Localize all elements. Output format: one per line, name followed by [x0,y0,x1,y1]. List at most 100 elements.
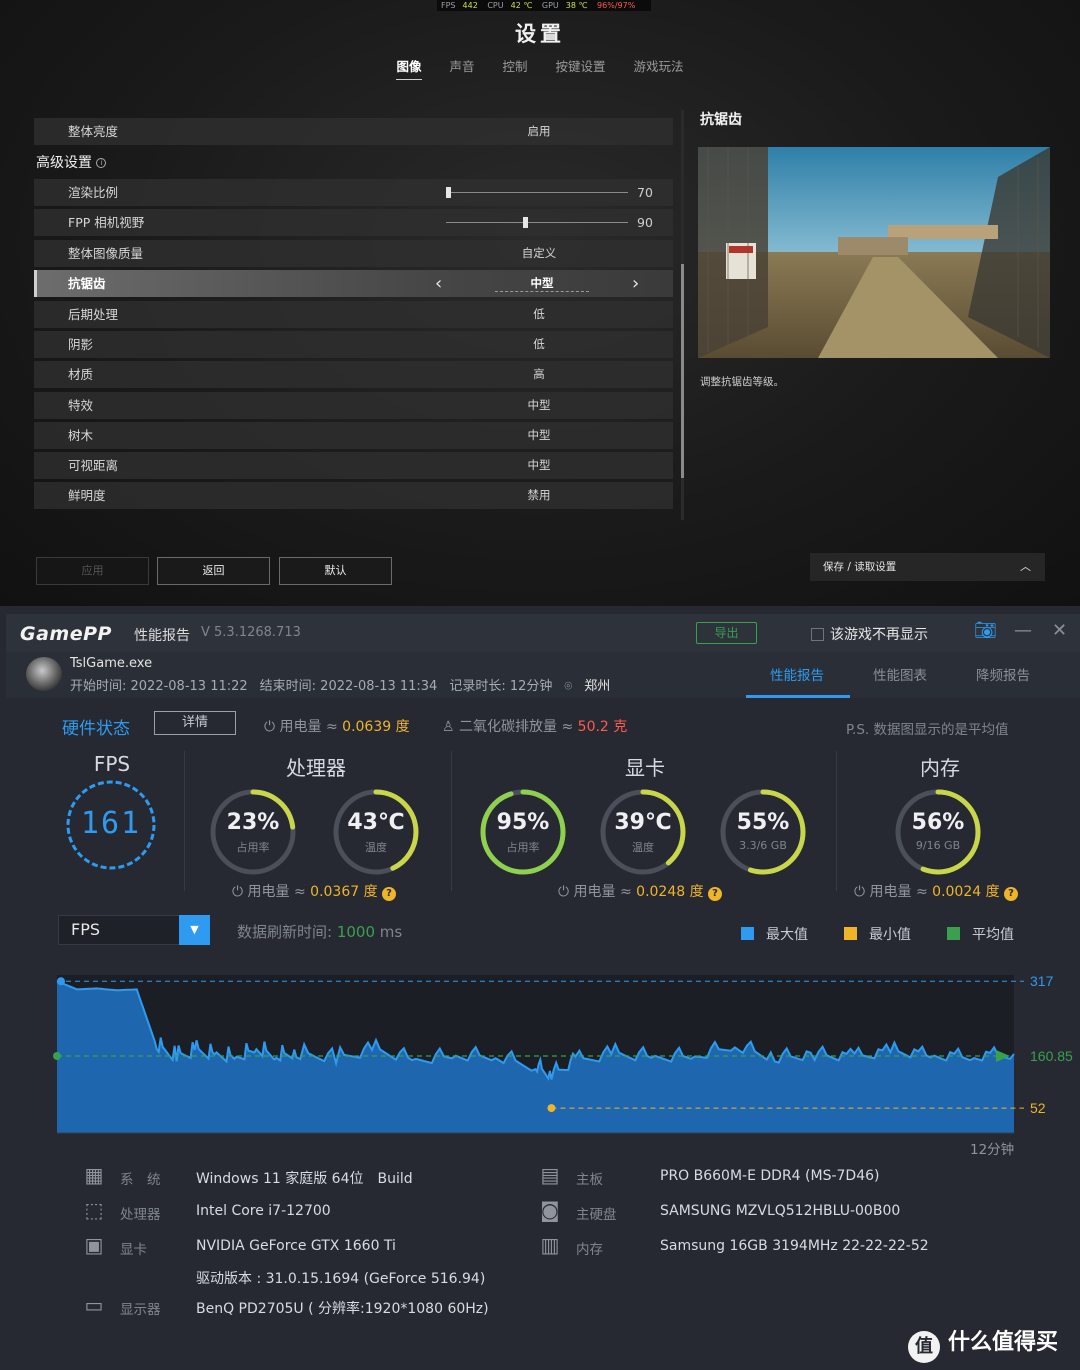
export-button[interactable]: 导出 [696,622,757,644]
back-button[interactable]: 返回 [157,557,270,585]
max-label: 317 [1030,973,1054,989]
setting-label: 材质 [68,367,94,383]
game-avatar [26,657,62,691]
setting-value: 高 [533,367,545,382]
setting-value: 低 [533,336,545,351]
spec-value: Samsung 16GB 3194MHz 22-22-22-52 [660,1238,929,1254]
gauge-sub: 温度 [365,841,387,854]
apply-button[interactable]: 应用 [36,557,149,585]
avg-label: 160.85 [1030,1048,1073,1064]
gamepp-report: GamePP 性能报告 V 5.3.1268.713 导出 该游戏不再显示 📷︎… [0,606,1080,1370]
divider [451,751,452,891]
render-scale-slider[interactable] [446,187,628,198]
watermark: 值什么值得买 [908,1324,1058,1363]
cpu-temp-gauge: 43℃ 温度 [330,786,422,878]
setting-value: 中型 [527,427,551,442]
cpu-heading: 处理器 [286,756,346,780]
spec-key: 显示器 [120,1302,161,1318]
gauge-value: 55% [736,810,790,835]
spec-value: BenQ PD2705U ( 分辨率:1920*1080 60Hz) [196,1301,489,1317]
minimize-icon[interactable]: — [1014,620,1032,641]
spec-key: 主板 [576,1172,603,1188]
max-point [56,977,65,986]
setting-row[interactable]: 可视距离 中型 [34,452,673,480]
setting-value: 禁用 [527,488,551,503]
setting-row[interactable]: 特效 中型 [34,391,673,419]
tab-sound[interactable]: 声音 [449,56,474,79]
cpu-usage-gauge: 23% 占用率 [207,786,299,878]
chevron-right-icon[interactable]: › [632,270,639,297]
power-icon: ⏻ [854,884,866,900]
cpu-power: ⏻ 用电量 ≈ 0.0367 度 ? [232,881,397,901]
dropdown-arrow-icon[interactable]: ▼ [179,915,210,945]
setting-value: 中型 [527,397,551,412]
setting-row-fpp-fov[interactable]: FPP 相机视野 90 [34,209,673,236]
location-icon: ⌾ [564,679,573,694]
checkbox-icon[interactable] [811,628,824,641]
setting-label: 阴影 [68,336,94,352]
setting-row[interactable]: 整体图像质量 自定义 [34,240,673,267]
setting-row[interactable]: 抗锯齿 中型 ‹ › [34,270,673,298]
spec-value: Intel Core i7-12700 [196,1203,331,1219]
chevron-left-icon[interactable]: ‹ [435,270,442,297]
tab-gameplay[interactable]: 游戏玩法 [633,56,683,79]
gpu-usage-gauge: 95% 占用率 [477,786,569,878]
gauge-value: 43℃ [347,810,405,835]
save-load-settings-button[interactable]: 保存 / 读取设置 ︿ [810,553,1045,581]
spec-value: Windows 11 家庭版 64位 Build [196,1171,413,1187]
setting-row[interactable]: 阴影 低 [34,330,673,358]
default-button[interactable]: 默认 [279,557,392,585]
min-label: 52 [1030,1100,1046,1116]
spec-key: 内存 [576,1242,603,1258]
gauge-sub: 占用率 [506,841,540,854]
setting-row[interactable]: 鲜明度 禁用 [34,482,673,510]
help-icon[interactable]: ? [382,887,397,901]
memory-power: ⏻ 用电量 ≈ 0.0024 度 ? [854,881,1019,901]
avg-point [53,1051,61,1060]
slider-knob[interactable] [446,187,451,198]
slider-knob[interactable] [522,217,528,228]
help-icon[interactable]: ? [1004,887,1019,901]
camera-icon[interactable]: 📷︎ [974,620,997,641]
spec-key: 系 统 [120,1172,161,1188]
ps-note: P.S. 数据图显示的是平均值 [846,722,1009,738]
spec-value: SAMSUNG MZVLQ512HBLU-00B00 [660,1203,901,1219]
tab-throttle-report[interactable]: 降频报告 [976,664,1030,684]
legend-swatch [947,927,960,940]
help-icon[interactable]: ? [708,887,723,901]
setting-label: 可视距离 [68,458,119,474]
detail-button[interactable]: 详情 [154,711,236,735]
setting-label: 整体图像质量 [68,246,144,261]
setting-value: 中型 [530,276,554,291]
tab-performance-chart[interactable]: 性能图表 [873,664,927,684]
game-exe: TslGame.exe [70,656,153,671]
spec-icon: ◙ [540,1198,560,1222]
watermark-logo-icon: 值 [908,1331,940,1363]
metric-select[interactable]: FPS ▼ [58,915,210,945]
settings-scroll-thumb[interactable] [681,264,684,478]
setting-row-brightness[interactable]: 整体亮度 启用 [34,118,673,145]
fov-slider[interactable] [446,217,628,228]
gpu-heading: 显卡 [625,756,665,780]
mem-gauge: 56% 9/16 GB [892,786,984,878]
setting-row[interactable]: 树木 中型 [34,421,673,449]
setting-label: 抗锯齿 [68,276,106,292]
chevron-up-icon: ︿ [1020,560,1031,573]
setting-row[interactable]: 材质 高 [34,361,673,389]
tab-graphics[interactable]: 图像 [396,56,422,80]
co2-icon: ♙ [442,719,455,735]
legend-swatch [844,927,857,940]
no-display-checkbox[interactable]: 该游戏不再显示 [811,624,928,644]
setting-value: 低 [533,306,545,321]
aa-preview-title: 抗锯齿 [700,112,742,128]
gpu-power: ⏻ 用电量 ≈ 0.0248 度 ? [558,881,723,901]
tab-keybinds[interactable]: 按键设置 [555,56,605,79]
tab-performance-report[interactable]: 性能报告 [770,664,824,684]
setting-row-render-scale[interactable]: 渲染比例 70 [34,179,673,206]
aa-description: 调整抗锯齿等级。 [700,376,784,388]
setting-row[interactable]: 后期处理 低 [34,300,673,328]
divider [184,751,185,891]
spec-key: 处理器 [120,1207,161,1223]
tab-control[interactable]: 控制 [502,56,527,79]
close-icon[interactable]: ✕ [1052,620,1067,641]
